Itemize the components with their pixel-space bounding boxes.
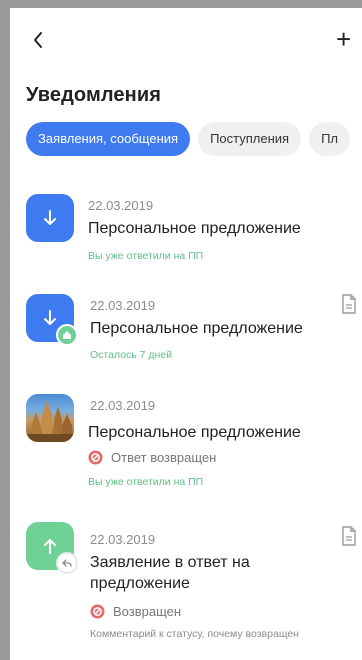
- house-badge: [56, 324, 78, 346]
- notification-title: Персональное предложение: [88, 424, 301, 441]
- tabs-bar: Заявления, сообщения Поступления Пл: [26, 122, 351, 156]
- arrow-down-icon: [44, 310, 56, 325]
- arrow-up-icon: [44, 539, 56, 554]
- cancel-circle-icon: [90, 604, 105, 619]
- notification-date: 22.03.2019: [90, 398, 156, 413]
- status-comment: Комментарий к статусу, почему возвращен: [90, 628, 299, 640]
- arrow-down-icon: [44, 210, 56, 225]
- photo-avatar: [26, 394, 74, 442]
- notification-date: 22.03.2019: [90, 532, 156, 547]
- notification-title: Персональное предложение: [88, 220, 301, 237]
- notification-date: 22.03.2019: [90, 298, 156, 313]
- notification-item[interactable]: 22.03.2019 Персональное предложение Вы у…: [26, 194, 362, 274]
- cathedral-image: [26, 400, 74, 442]
- notifications-screen: + Уведомления Заявления, сообщения Посту…: [10, 8, 362, 660]
- page-title: Уведомления: [26, 84, 161, 106]
- document-icon[interactable]: [340, 526, 358, 546]
- notification-title: Персональное предложение: [90, 320, 303, 337]
- notification-title-line1: Заявление в ответ на: [90, 554, 250, 571]
- notification-item[interactable]: 22.03.2019 Персональное предложение Отве…: [26, 394, 362, 494]
- back-button[interactable]: [26, 28, 50, 52]
- status-line: Ответ возвращен: [88, 450, 216, 465]
- document-icon[interactable]: [340, 294, 358, 314]
- house-icon: [63, 331, 71, 339]
- reply-icon: [62, 559, 72, 567]
- status-text: Возвращен: [113, 604, 182, 619]
- tab-applications-messages[interactable]: Заявления, сообщения: [26, 122, 191, 156]
- notification-item[interactable]: 22.03.2019 Персональное предложение Оста…: [26, 294, 362, 374]
- notification-date: 22.03.2019: [88, 198, 154, 213]
- notification-item[interactable]: 22.03.2019 Заявление в ответ на предложе…: [26, 522, 362, 640]
- cancel-circle-icon: [88, 450, 103, 465]
- incoming-avatar: [26, 194, 74, 242]
- notification-title-line2: предложение: [90, 575, 190, 592]
- tab-receipts[interactable]: Поступления: [198, 122, 302, 156]
- notification-note: Осталось 7 дней: [90, 349, 173, 361]
- reply-badge: [56, 552, 78, 574]
- notification-note: Вы уже ответили на ПП: [88, 476, 204, 488]
- tab-payments[interactable]: Пл: [309, 122, 351, 156]
- notification-note: Вы уже ответили на ПП: [88, 250, 204, 262]
- add-button[interactable]: +: [336, 25, 362, 53]
- chevron-left-icon: [34, 32, 42, 48]
- top-bar: +: [10, 8, 362, 70]
- status-line: Возвращен: [90, 604, 181, 619]
- status-text: Ответ возвращен: [111, 450, 217, 465]
